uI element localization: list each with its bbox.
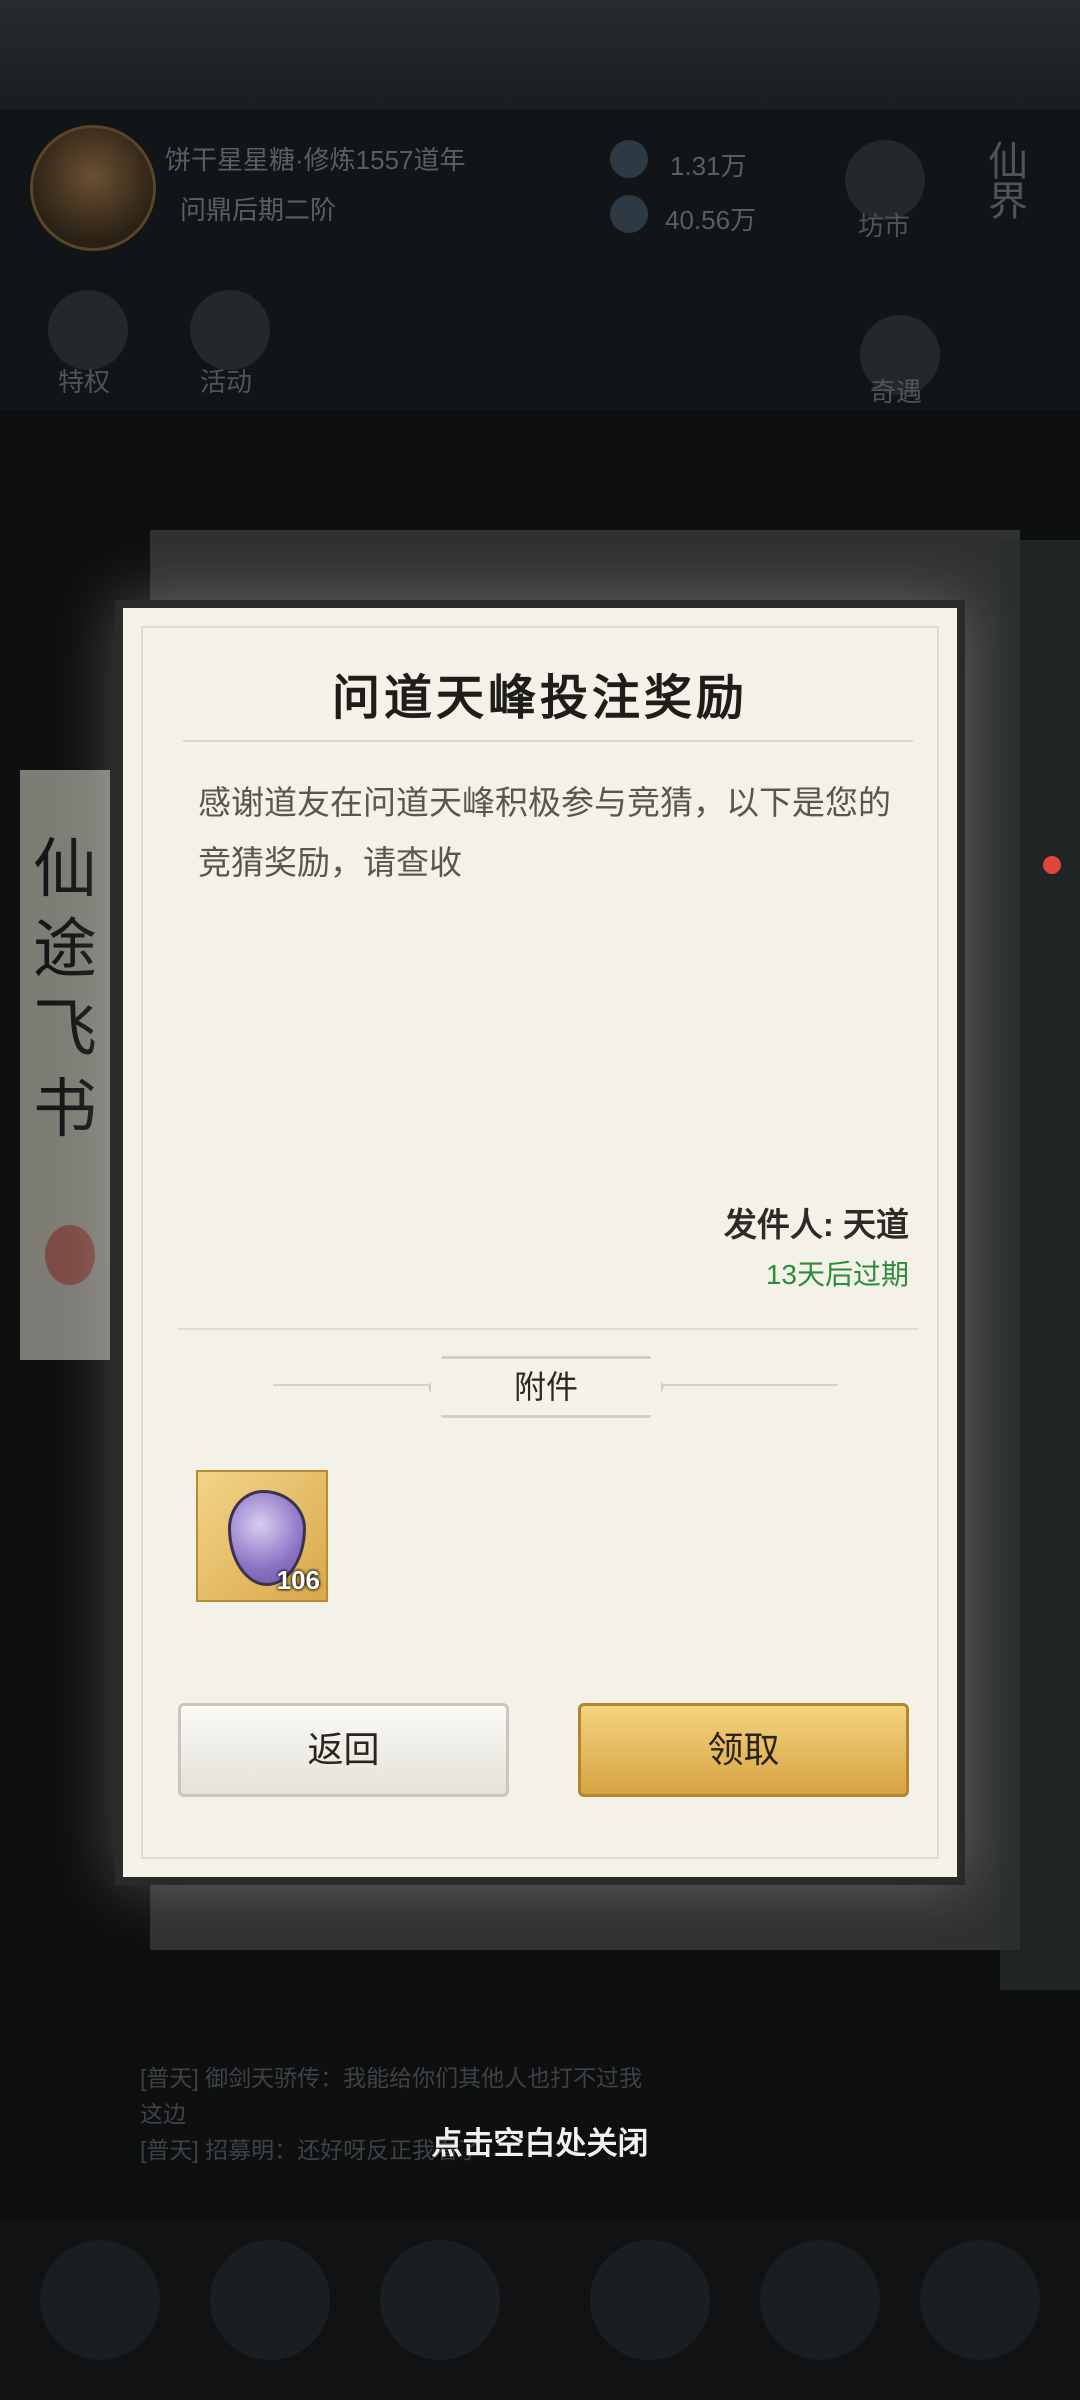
dialog-title: 问道天峰投注奖励 bbox=[331, 670, 748, 726]
attachments-label: 附件 bbox=[428, 1356, 664, 1418]
section-divider bbox=[178, 1328, 918, 1330]
nav-outing-icon bbox=[210, 2240, 330, 2360]
claim-button[interactable]: 领取 bbox=[578, 1703, 909, 1797]
currency-2-icon bbox=[610, 195, 648, 233]
red-seal-icon bbox=[45, 1225, 95, 1285]
nav-manor-icon bbox=[760, 2240, 880, 2360]
privilege-label: 特权 bbox=[58, 367, 111, 397]
notification-dot-icon bbox=[1043, 856, 1061, 874]
activity-icon bbox=[190, 290, 270, 370]
item-quantity: 106 bbox=[276, 1565, 320, 1595]
attachment-item[interactable]: 106 bbox=[196, 1470, 328, 1602]
close-hint[interactable]: 点击空白处关闭 bbox=[0, 2118, 1080, 2163]
nav-training-icon bbox=[920, 2240, 1040, 2360]
title-divider bbox=[183, 740, 913, 742]
player-realm: 问鼎后期二阶 bbox=[180, 195, 337, 225]
currency-2-value: 40.56万 bbox=[665, 205, 757, 235]
scroll-title: 仙途飞书 bbox=[33, 833, 97, 1147]
player-name: 饼干星星糖·修炼1557道年 bbox=[165, 145, 466, 175]
mail-sender: 发件人: 天道 bbox=[723, 1206, 909, 1243]
bottom-nav bbox=[0, 2220, 1080, 2400]
nav-sect-icon bbox=[590, 2240, 710, 2360]
mail-expiry: 13天后过期 bbox=[765, 1259, 909, 1290]
mail-body: 感谢道友在问道天峰积极参与竞猜，以下是您的竞猜奖励，请查收 bbox=[198, 784, 891, 881]
privilege-icon bbox=[48, 290, 128, 370]
adventure-label: 奇遇 bbox=[870, 377, 923, 407]
back-button[interactable]: 返回 bbox=[178, 1703, 509, 1797]
top-decor-strip bbox=[0, 0, 1080, 110]
reward-mail-dialog: 问道天峰投注奖励 感谢道友在问道天峰积极参与竞猜，以下是您的竞猜奖励，请查收 发… bbox=[115, 600, 965, 1885]
nav-skills-icon bbox=[380, 2240, 500, 2360]
world-label: 仙界 bbox=[982, 140, 1026, 220]
chat-line: [普天] 御剑天骄传：我能给你们其他人也打不过我 bbox=[140, 2065, 643, 2091]
right-ribbon bbox=[1000, 540, 1080, 1990]
currency-1-value: 1.31万 bbox=[670, 151, 747, 181]
currency-icon bbox=[610, 140, 648, 178]
player-avatar bbox=[30, 125, 156, 251]
market-label: 坊市 bbox=[858, 211, 911, 241]
activity-label: 活动 bbox=[200, 367, 253, 397]
nav-cave-icon bbox=[40, 2240, 160, 2360]
